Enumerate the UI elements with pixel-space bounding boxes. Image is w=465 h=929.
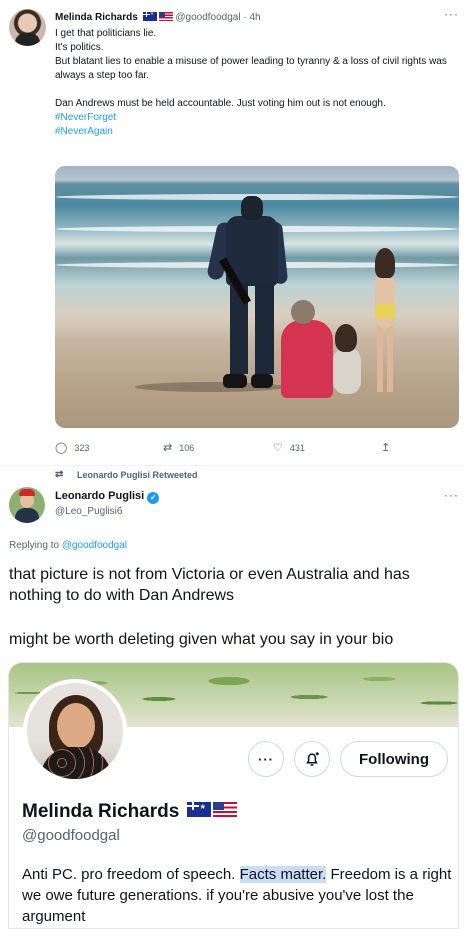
- tweet-header: Melinda Richards @goodfoodgal · 4h: [55, 11, 261, 24]
- share-icon: ↥: [381, 442, 391, 454]
- tweet-line: I get that politicians lie.: [55, 28, 157, 39]
- like-icon: ♡: [273, 442, 283, 454]
- bell-plus-icon: [306, 752, 319, 766]
- usa-flag-icon: [158, 12, 173, 21]
- bio-text: Anti PC. pro freedom of speech.: [22, 866, 240, 883]
- retweet-count: 106: [179, 443, 195, 453]
- notify-button[interactable]: [294, 741, 330, 777]
- separator: ·: [243, 12, 247, 23]
- profile-name: Melinda Richards: [22, 801, 237, 823]
- like-count: 431: [289, 443, 305, 453]
- profile-handle: @goodfoodgal: [22, 827, 120, 844]
- more-options-icon[interactable]: ···: [444, 7, 459, 21]
- timestamp[interactable]: 4h: [250, 12, 261, 23]
- reply-text: that picture is not from Victoria or eve…: [9, 564, 459, 650]
- display-name-text: Leonardo Puglisi: [55, 490, 145, 502]
- more-options-icon: ···: [258, 751, 274, 767]
- reply-count: 323: [74, 443, 90, 453]
- retweet-icon: ⇄: [55, 469, 64, 480]
- hashtag-link[interactable]: #NeverAgain: [55, 125, 455, 139]
- mention-link[interactable]: @goodfoodgal: [62, 540, 127, 551]
- usa-flag-icon: [212, 802, 237, 817]
- hashtag-link[interactable]: #NeverForget: [55, 111, 455, 125]
- profile-bio: Anti PC. pro freedom of speech. Facts ma…: [22, 864, 452, 927]
- tweet-actions: ◯ 323 ⇄ 106 ♡ 431 ↥: [55, 440, 395, 456]
- child-figure: [329, 324, 363, 396]
- retweeted-by-label: Leonardo Puglisi Retweeted: [77, 470, 198, 480]
- tweet-text: I get that politicians lie. It's politic…: [55, 27, 455, 139]
- retweeted-by[interactable]: ⇄ Leonardo Puglisi Retweeted: [55, 469, 198, 480]
- tweet-line: Dan Andrews must be held accountable. Ju…: [55, 98, 386, 109]
- police-officer-figure: [206, 196, 289, 392]
- profile-name-text: Melinda Richards: [22, 801, 180, 822]
- display-name[interactable]: Leonardo Puglisi ✓: [55, 490, 160, 504]
- reply-line: might be worth deleting given what you s…: [9, 631, 394, 648]
- australia-flag-icon: [142, 12, 157, 21]
- retweet-button[interactable]: ⇄ 106: [163, 440, 194, 456]
- more-options-icon[interactable]: ···: [444, 488, 459, 502]
- retweet-icon: ⇄: [163, 442, 173, 454]
- verified-badge-icon: ✓: [147, 492, 160, 504]
- following-button[interactable]: Following: [340, 741, 448, 777]
- profile-card: ··· Following Melinda Richards @goodfood…: [8, 662, 459, 929]
- reply-icon: ◯: [55, 442, 68, 454]
- australia-flag-icon: [186, 802, 211, 817]
- display-name[interactable]: Melinda Richards: [55, 12, 138, 23]
- handle[interactable]: @Leo_Puglisi6: [55, 506, 122, 517]
- handle[interactable]: @goodfoodgal: [175, 12, 240, 23]
- reply-button[interactable]: ◯ 323: [55, 440, 89, 456]
- avatar[interactable]: [9, 487, 45, 523]
- tweet-line: It's politics.: [55, 42, 104, 53]
- replying-prefix: Replying to: [9, 540, 62, 551]
- like-button[interactable]: ♡ 431: [273, 440, 305, 456]
- girl-figure: [367, 248, 403, 396]
- reply-line: that picture is not from Victoria or eve…: [9, 566, 410, 604]
- original-tweet: Melinda Richards @goodfoodgal · 4h ··· I…: [0, 0, 465, 468]
- avatar[interactable]: [9, 9, 46, 46]
- divider: [0, 465, 465, 466]
- tweet-photo[interactable]: [55, 166, 459, 428]
- bio-highlighted-text: Facts matter.: [239, 866, 327, 883]
- share-button[interactable]: ↥: [381, 440, 390, 456]
- profile-avatar[interactable]: [23, 679, 127, 783]
- more-options-button[interactable]: ···: [248, 741, 284, 777]
- replying-to: Replying to @goodfoodgal: [9, 540, 127, 551]
- tweet-line: But blatant lies to enable a misuse of p…: [55, 56, 447, 81]
